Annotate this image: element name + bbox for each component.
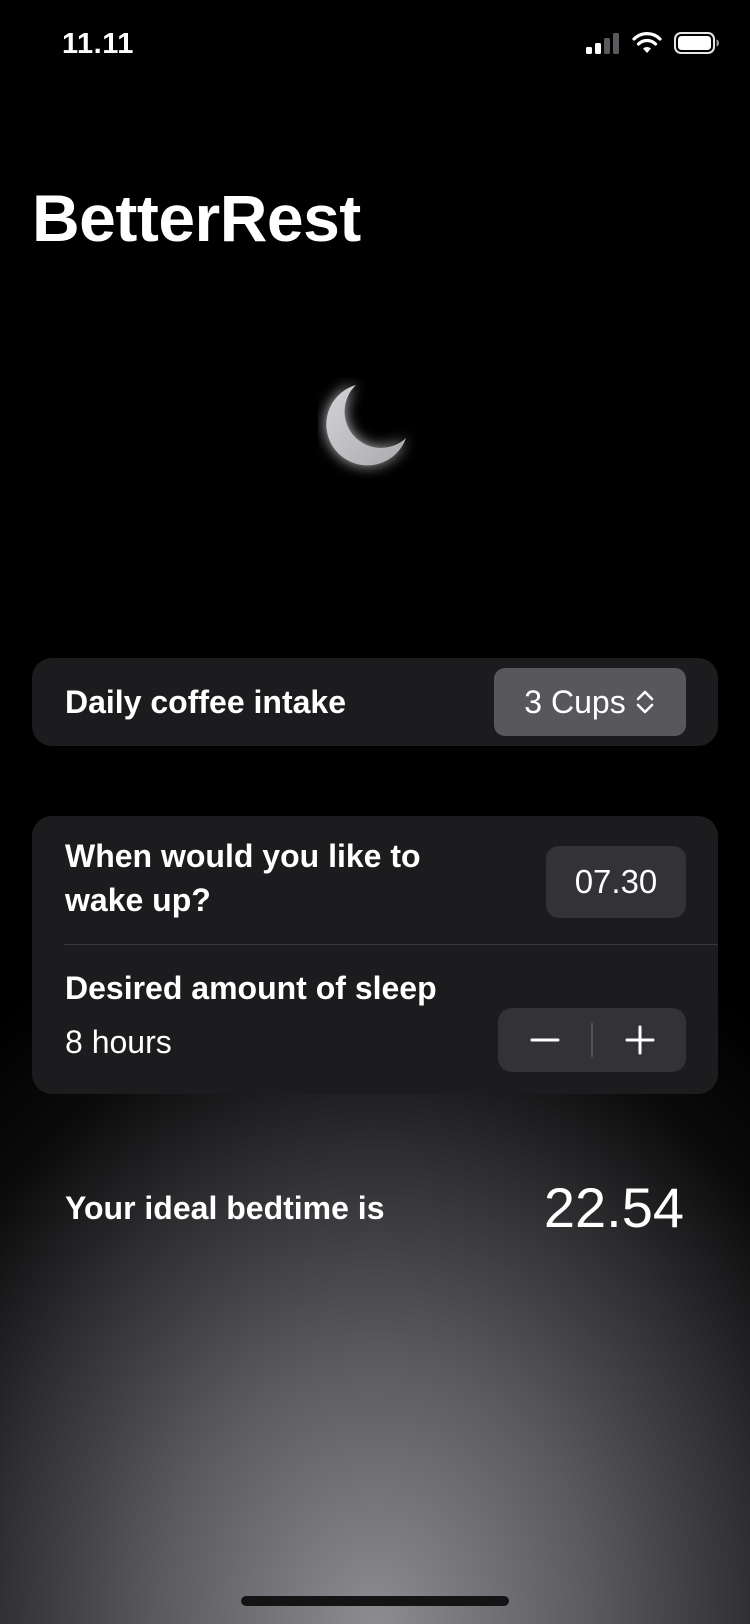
- cellular-signal-icon: [586, 33, 619, 54]
- status-bar: 11.11: [0, 0, 750, 92]
- coffee-intake-value: 3 Cups: [524, 683, 626, 720]
- plus-icon: [625, 1025, 654, 1055]
- page-title: BetterRest: [32, 181, 361, 255]
- sleep-amount-label: Desired amount of sleep: [65, 970, 437, 1006]
- chevron-up-down-icon: [636, 690, 653, 714]
- sleep-settings-card: When would you like to wake up? 07.30 De…: [32, 816, 718, 1094]
- minus-icon: [530, 1038, 559, 1042]
- home-indicator[interactable]: [241, 1596, 509, 1606]
- divider: [64, 944, 718, 945]
- coffee-intake-picker[interactable]: 3 Cups: [494, 668, 686, 736]
- wake-up-time-value: 07.30: [574, 863, 658, 900]
- wake-up-time-picker[interactable]: 07.30: [546, 846, 686, 918]
- coffee-intake-card: Daily coffee intake 3 Cups: [32, 658, 718, 746]
- bedtime-value: 22.54: [543, 1176, 684, 1239]
- bedtime-label: Your ideal bedtime is: [65, 1190, 385, 1226]
- increment-button[interactable]: [593, 1008, 686, 1072]
- sleep-amount-value: 8 hours: [65, 1024, 172, 1060]
- moon-icon: [318, 378, 418, 478]
- decrement-button[interactable]: [498, 1008, 591, 1072]
- wake-up-label: When would you like to wake up?: [65, 838, 421, 918]
- battery-icon: [674, 32, 719, 54]
- status-time: 11.11: [62, 28, 134, 60]
- wifi-icon: [632, 32, 662, 53]
- sleep-amount-stepper: [498, 1008, 686, 1072]
- coffee-intake-label: Daily coffee intake: [65, 684, 346, 720]
- status-icons: [586, 32, 720, 54]
